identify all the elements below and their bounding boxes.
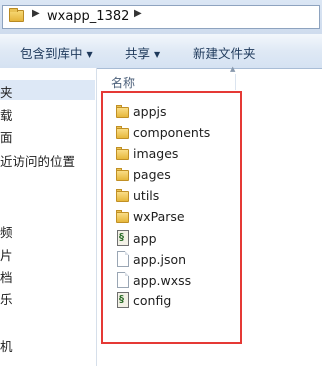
file-name: wxParse [133, 209, 185, 224]
nav-item-label: 近访问的位置 [0, 154, 76, 169]
nav-item-label: 乐 [0, 292, 13, 307]
nav-item-recent-places[interactable]: 近访问的位置 [0, 151, 75, 170]
folder-icon [116, 187, 130, 204]
folder-icon [116, 103, 130, 120]
script-file-icon: § [116, 230, 130, 247]
folder-icon [116, 166, 130, 183]
nav-item-videos[interactable]: 频 [0, 222, 13, 241]
file-name: app [133, 231, 157, 246]
file-name: utils [133, 188, 160, 203]
new-folder-label: 新建文件夹 [193, 46, 256, 61]
navigation-pane: 夹 载 面 近访问的位置 频 片 档 乐 机 [0, 68, 97, 366]
new-folder-button[interactable]: 新建文件夹 [193, 43, 256, 62]
folder-icon [9, 8, 24, 22]
nav-item-music[interactable]: 乐 [0, 289, 13, 308]
folder-icon [116, 124, 130, 141]
nav-item-pictures[interactable]: 片 [0, 245, 13, 264]
dropdown-arrow-icon: ▼ [86, 50, 93, 59]
nav-item-label: 频 [0, 225, 13, 240]
include-in-library-label: 包含到库中 [20, 46, 83, 61]
nav-item-label: 夹 [0, 85, 13, 100]
file-name: pages [133, 167, 171, 182]
share-button[interactable]: 共享 ▼ [125, 43, 160, 62]
chevron-right-icon[interactable]: ▶ [134, 8, 142, 19]
nav-item-documents[interactable]: 档 [0, 267, 13, 286]
file-name: images [133, 146, 179, 161]
nav-item-downloads[interactable]: 载 [0, 105, 13, 124]
script-file-icon: § [116, 292, 130, 309]
nav-item-label: 面 [0, 130, 13, 145]
file-name: app.wxss [133, 273, 192, 288]
nav-item-label: 载 [0, 108, 13, 123]
share-label: 共享 [125, 46, 151, 61]
sort-caret-icon: ▲ [230, 65, 236, 73]
breadcrumb-segment[interactable]: wxapp_1382 [47, 9, 129, 24]
command-toolbar: 包含到库中 ▼ 共享 ▼ 新建文件夹 [0, 34, 322, 69]
nav-item-favorites[interactable]: 夹 [0, 80, 95, 100]
document-icon [116, 251, 130, 268]
file-name: app.json [133, 252, 187, 267]
include-in-library-button[interactable]: 包含到库中 ▼ [20, 43, 93, 62]
column-divider[interactable] [235, 74, 236, 90]
address-field[interactable]: ▶ wxapp_1382 ▶ [2, 5, 320, 29]
nav-item-label: 档 [0, 270, 13, 285]
document-icon [116, 272, 130, 289]
nav-item-computer[interactable]: 机 [0, 336, 13, 355]
folder-icon [116, 145, 130, 162]
column-header-name[interactable]: 名称 [111, 74, 135, 91]
file-name: components [133, 125, 211, 140]
folder-icon [116, 208, 130, 225]
nav-item-desktop[interactable]: 面 [0, 127, 13, 146]
nav-item-label: 机 [0, 339, 13, 354]
address-bar: ▶ wxapp_1382 ▶ [0, 0, 322, 34]
nav-item-label: 片 [0, 248, 13, 263]
file-name: config [133, 293, 172, 308]
dropdown-arrow-icon: ▼ [154, 50, 161, 59]
chevron-right-icon[interactable]: ▶ [32, 8, 40, 19]
file-name: appjs [133, 104, 167, 119]
